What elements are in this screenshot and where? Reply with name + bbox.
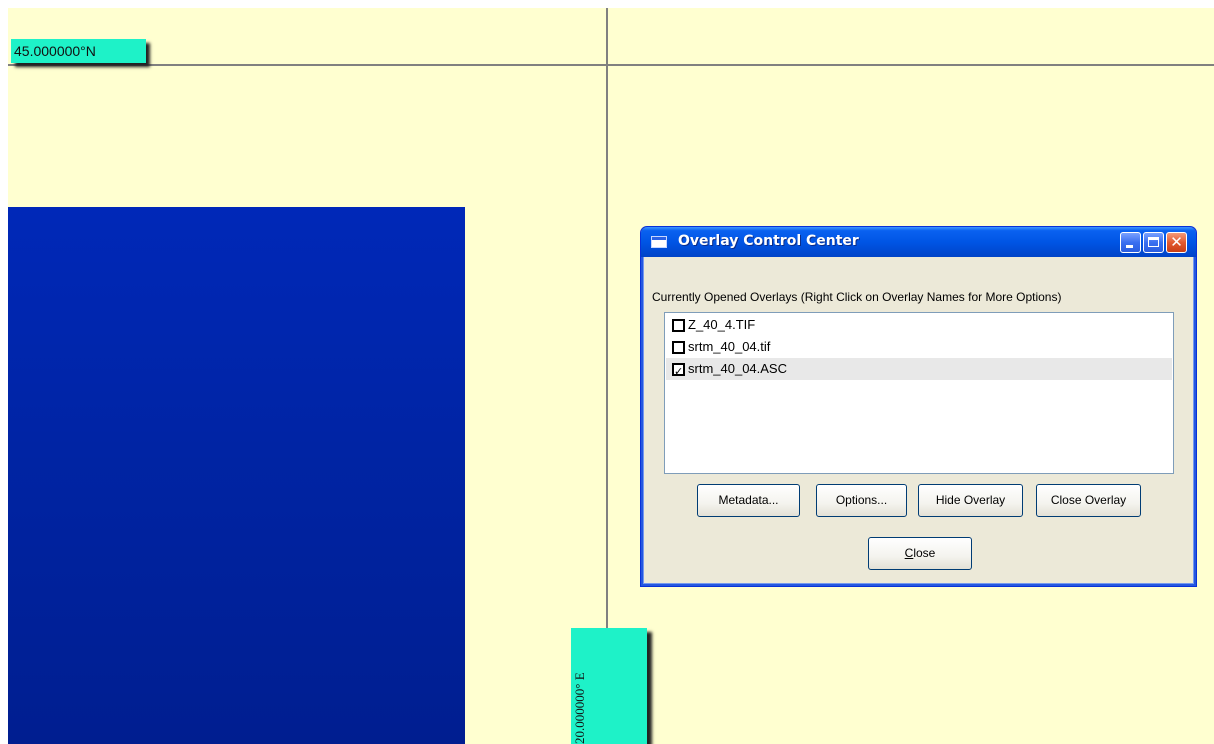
- longitude-label: 20.000000° E: [572, 672, 587, 744]
- window-title: Overlay Control Center: [678, 233, 859, 249]
- maximize-button[interactable]: [1143, 232, 1164, 253]
- window-icon: [651, 236, 667, 248]
- minimize-icon: [1126, 245, 1133, 248]
- close-window-button[interactable]: ✕: [1166, 232, 1187, 253]
- overlay-list-item[interactable]: Z_40_4.TIF: [666, 314, 1172, 336]
- close-icon: ✕: [1170, 233, 1183, 251]
- options-button[interactable]: Options...: [816, 484, 907, 517]
- longitude-label-box: 20.000000° E: [571, 628, 647, 744]
- latitude-grid-line: [8, 64, 1214, 66]
- raster-overlay: [8, 207, 465, 744]
- title-bar[interactable]: Overlay Control Center ✕: [641, 227, 1196, 257]
- maximize-icon: [1148, 237, 1159, 247]
- overlay-name[interactable]: Z_40_4.TIF: [688, 314, 755, 336]
- overlay-list[interactable]: Z_40_4.TIF srtm_40_04.tif srtm_40_04.ASC: [664, 312, 1174, 474]
- overlay-checkbox[interactable]: [672, 341, 685, 354]
- overlay-checkbox-checked[interactable]: [672, 361, 685, 383]
- latitude-label: 45.000000°N: [11, 39, 146, 63]
- metadata-button[interactable]: Metadata...: [697, 484, 800, 517]
- overlays-label: Currently Opened Overlays (Right Click o…: [652, 290, 1062, 304]
- close-button-label: lose: [913, 546, 936, 560]
- overlay-name[interactable]: srtm_40_04.tif: [688, 336, 770, 358]
- close-button[interactable]: Close: [868, 537, 972, 570]
- minimize-button[interactable]: [1120, 232, 1141, 253]
- overlay-name[interactable]: srtm_40_04.ASC: [688, 358, 787, 380]
- overlay-checkbox[interactable]: [672, 319, 685, 332]
- overlay-list-item[interactable]: srtm_40_04.tif: [666, 336, 1172, 358]
- close-overlay-button[interactable]: Close Overlay: [1036, 484, 1141, 517]
- overlay-list-item[interactable]: srtm_40_04.ASC: [666, 358, 1172, 383]
- hide-overlay-button[interactable]: Hide Overlay: [918, 484, 1023, 517]
- overlay-control-center-window: Overlay Control Center ✕ Currently Opene…: [640, 226, 1197, 587]
